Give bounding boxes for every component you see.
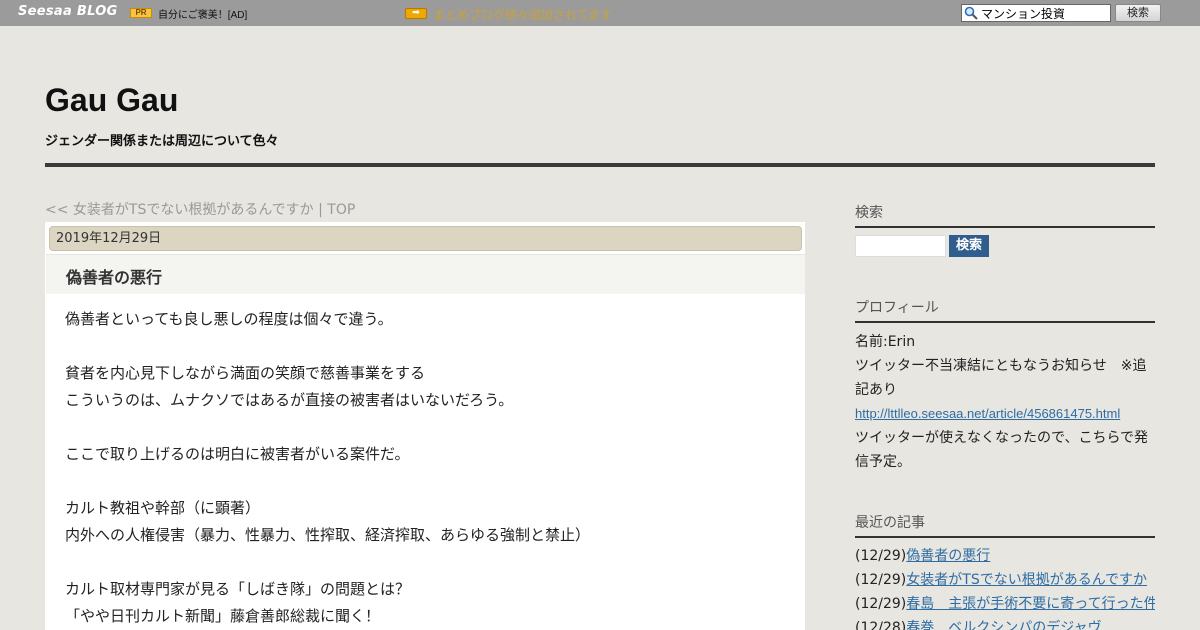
body-line: 内外への人権侵害（暴力、性暴力、性搾取、経済搾取、あらゆる強制と禁止） (65, 526, 591, 544)
body-line (65, 333, 785, 360)
article-title[interactable]: 偽善者の悪行 (66, 264, 162, 288)
prev-post-link[interactable]: << 女装者がTSでない根拠があるんですか (45, 202, 314, 218)
recent-date: (12/29) (855, 596, 907, 612)
top-search-input[interactable] (981, 6, 1109, 21)
profile-section: 名前:Erin ツイッター不当凍結にともなうお知らせ ※追記あり http://… (855, 330, 1155, 474)
recent-date: (12/29) (855, 572, 907, 588)
recent-date: (12/29) (855, 548, 907, 564)
body-line (65, 549, 785, 576)
sidebar-search-button[interactable]: 検索 (949, 235, 989, 257)
recent-post-link[interactable]: 春島 主張が手術不要に寄って行った件 (906, 596, 1155, 612)
list-item: (12/29)偽善者の悪行 (855, 544, 1155, 568)
body-line: 偽善者といっても良し悪しの程度は個々で違う。 (65, 310, 393, 328)
seesaa-blog-logo[interactable]: Seesaa BLOG (18, 4, 118, 19)
article-body: 偽善者といっても良し悪しの程度は個々で違う。 貧者を内心見下しながら満面の笑顔で… (65, 306, 785, 630)
body-line: ここで取り上げるのは明白に被害者がいる案件だ。 (65, 445, 410, 463)
header-divider (45, 163, 1155, 167)
list-item: (12/29)春島 主張が手術不要に寄って行った件 (855, 592, 1155, 616)
news-link[interactable]: まとめブログ続々追加されてます (433, 6, 612, 23)
pr-ad-link[interactable]: 自分にご褒美！[AD] (158, 6, 247, 21)
recent-posts: (12/29)偽善者の悪行 (12/29)女装者がTSでない根拠があるんですか … (855, 544, 1155, 630)
sidebar-search-input[interactable] (855, 235, 946, 257)
profile-notice-link[interactable]: http://lttlleo.seesaa.net/article/456861… (855, 402, 1155, 426)
body-line: カルト取材専門家が見る「しばき隊」の問題とは？ (65, 580, 411, 598)
recent-post-link[interactable]: 偽善者の悪行 (906, 548, 990, 564)
profile-name: 名前:Erin (855, 334, 916, 350)
list-item: (12/28)春巻 ベルクシンパのデジャヴ (855, 616, 1155, 630)
body-line: カルト教祖や幹部（に顕著） (65, 499, 261, 517)
list-item: (12/29)女装者がTSでない根拠があるんですか (855, 568, 1155, 592)
site-description: ジェンダー関係または周辺について色々 (45, 134, 279, 149)
top-search-box[interactable] (961, 4, 1111, 22)
body-line: 貧者を内心見下しながら満面の笑顔で慈善事業をする (65, 364, 426, 382)
body-line (65, 468, 785, 495)
article-date: 2019年12月29日 (49, 226, 802, 251)
profile-notice: ツイッター不当凍結にともなうお知らせ ※追記あり (855, 358, 1147, 398)
search-icon (964, 6, 978, 20)
recent-post-link[interactable]: 女装者がTSでない根拠があるんですか (906, 572, 1147, 588)
body-line: 「やや日刊カルト新聞」藤倉善郎総裁に聞く！ (65, 607, 381, 625)
sidebar-profile-heading: プロフィール (855, 297, 1155, 323)
sidebar-search-heading: 検索 (855, 202, 1155, 228)
post-navigation: << 女装者がTSでない根拠があるんですか | TOP (45, 199, 355, 219)
pr-badge: PR (130, 8, 152, 18)
body-line (65, 414, 785, 441)
top-link[interactable]: TOP (327, 202, 355, 218)
top-bar: Seesaa BLOG PR 自分にご褒美！[AD] ➡ まとめブログ続々追加さ… (0, 0, 1200, 26)
site-title[interactable]: Gau Gau (45, 82, 178, 119)
article-title-bar: 偽善者の悪行 (46, 254, 805, 294)
sidebar-recent-heading: 最近の記事 (855, 512, 1155, 538)
recent-date: (12/28) (855, 620, 907, 630)
nav-separator: | (313, 202, 328, 218)
profile-note: ツイッターが使えなくなったので、こちらで発信予定。 (855, 430, 1149, 470)
body-line: こういうのは、ムナクソではあるが直接の被害者はいないだろう。 (65, 391, 514, 409)
arrow-right-icon: ➡ (405, 8, 427, 19)
recent-post-link[interactable]: 春巻 ベルクシンパのデジャヴ (906, 620, 1101, 630)
top-search-button[interactable]: 検索 (1115, 4, 1161, 22)
